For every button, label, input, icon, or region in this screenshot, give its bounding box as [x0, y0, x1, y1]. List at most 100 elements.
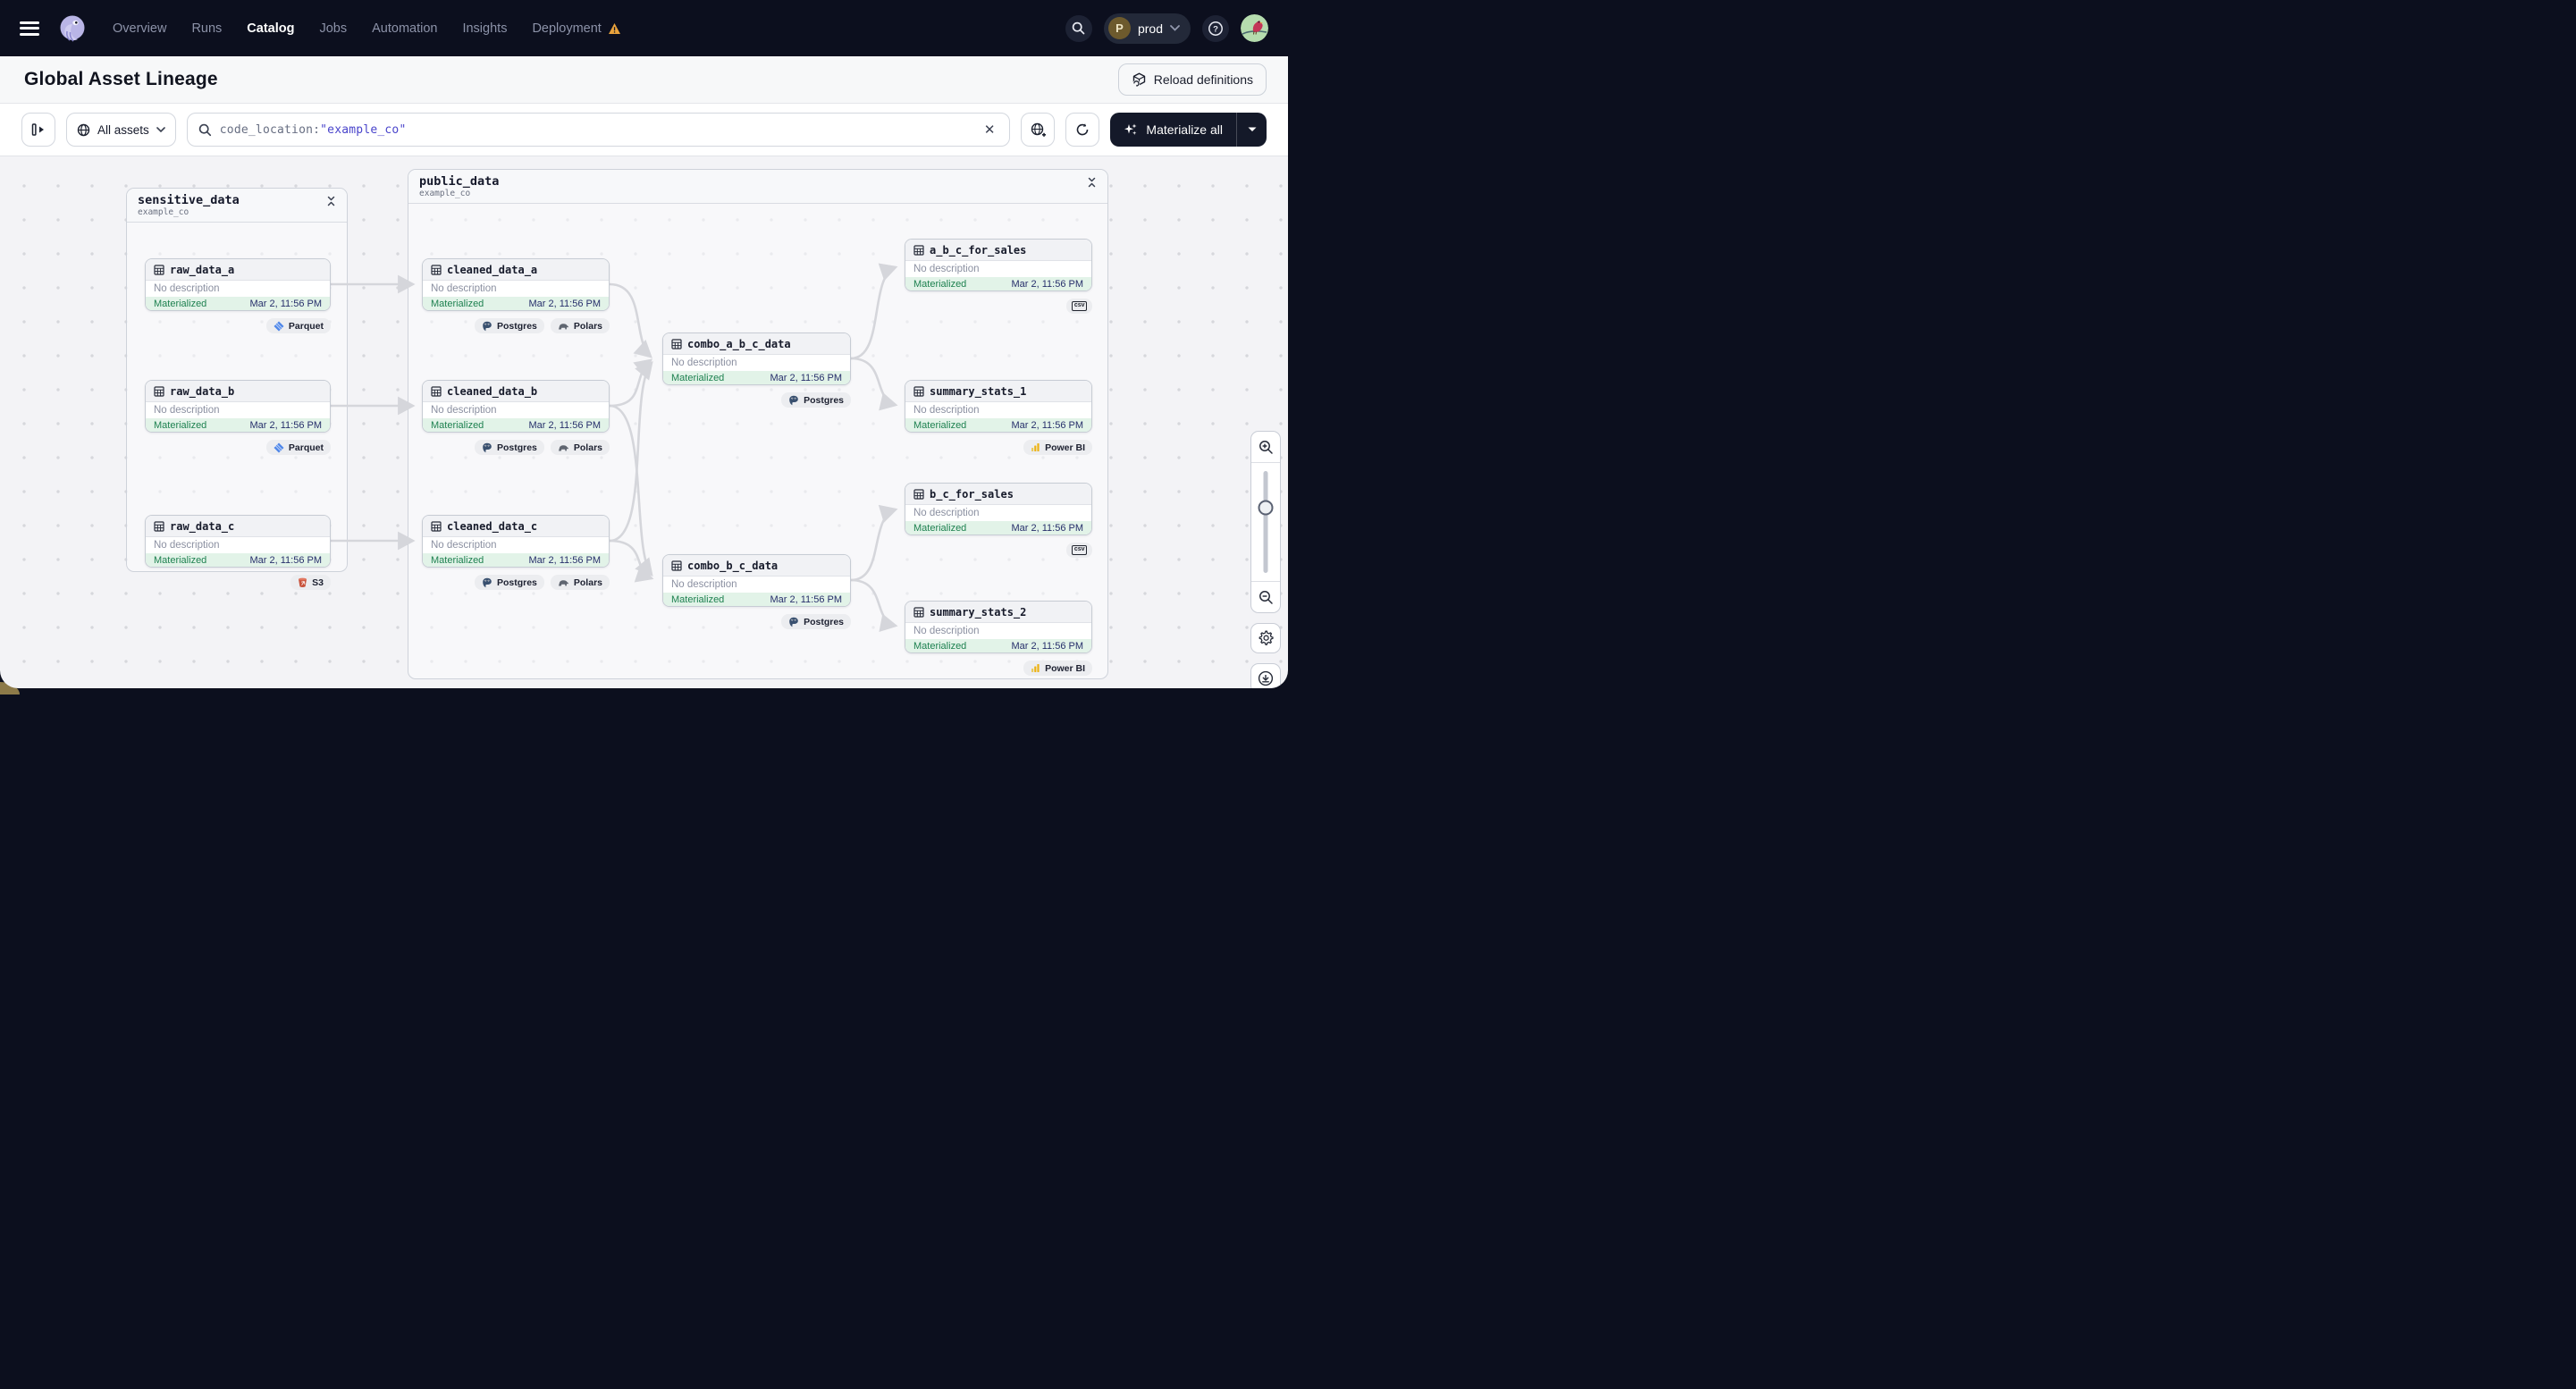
group-header[interactable]: public_data example_co: [408, 170, 1107, 204]
asset-search-input[interactable]: code_location:"example_co" ✕: [186, 113, 1011, 147]
asset-status-row: Materialized Mar 2, 11:56 PM: [146, 418, 330, 432]
tag-postgres[interactable]: Postgres: [781, 392, 851, 408]
canvas-controls: [1250, 431, 1281, 688]
asset-name: combo_a_b_c_data: [687, 337, 791, 350]
csv-icon: csv: [1072, 301, 1087, 311]
tag-polars[interactable]: Polars: [550, 318, 610, 333]
asset-node-raw-data-a[interactable]: raw_data_a No description Materialized Ma…: [145, 258, 331, 311]
asset-node-summary-stats-1[interactable]: summary_stats_1 No description Materiali…: [905, 380, 1092, 433]
refresh-graph-button[interactable]: [1065, 113, 1100, 147]
search-icon: [198, 123, 211, 136]
nav-item-catalog[interactable]: Catalog: [247, 21, 294, 36]
tag-parquet[interactable]: Parquet: [265, 440, 331, 455]
help-button[interactable]: ?: [1202, 14, 1229, 42]
question-mark-icon: ?: [1208, 21, 1223, 36]
materialization-timestamp: Mar 2, 11:56 PM: [249, 298, 323, 309]
tag-csv[interactable]: csv: [1066, 299, 1092, 314]
status-badge: Materialized: [913, 419, 967, 431]
group-location: example_co: [138, 207, 189, 217]
download-image-button[interactable]: [1250, 663, 1281, 688]
materialize-all-label: Materialize all: [1146, 122, 1223, 137]
tag-postgres[interactable]: Postgres: [474, 318, 544, 333]
nav-item-insights[interactable]: Insights: [462, 21, 507, 36]
asset-tags: Parquet: [145, 440, 331, 455]
collapse-group-icon[interactable]: [1085, 175, 1099, 189]
graph-settings-button[interactable]: [1250, 623, 1281, 653]
asset-tags: csv: [905, 299, 1092, 314]
nav-item-jobs[interactable]: Jobs: [319, 21, 347, 36]
deployment-initial-badge: P: [1107, 17, 1131, 39]
tag-postgres[interactable]: Postgres: [781, 614, 851, 629]
nav-item-deployment[interactable]: Deployment: [532, 21, 620, 36]
table-icon: [431, 385, 442, 397]
asset-description: No description: [431, 405, 497, 416]
zoom-slider[interactable]: [1251, 462, 1280, 582]
asset-node-raw-data-c[interactable]: raw_data_c No description Materialized Ma…: [145, 515, 331, 568]
asset-node-b-c-for-sales[interactable]: b_c_for_sales No description Materialize…: [905, 483, 1092, 535]
avatar-bird-image: [1241, 14, 1268, 42]
dagster-logo-icon[interactable]: [57, 13, 88, 44]
menu-icon[interactable]: [20, 21, 39, 36]
csv-icon: csv: [1072, 545, 1087, 555]
asset-node-summary-stats-2[interactable]: summary_stats_2 No description Materiali…: [905, 601, 1092, 653]
nav-item-overview[interactable]: Overview: [113, 21, 166, 36]
reload-definitions-button[interactable]: Reload definitions: [1117, 63, 1267, 96]
zoom-out-button[interactable]: [1251, 582, 1280, 612]
open-side-panel-button[interactable]: [21, 113, 55, 147]
zoom-slider-knob[interactable]: [1258, 500, 1274, 516]
tag-postgres[interactable]: Postgres: [474, 575, 544, 590]
polars-icon: [558, 579, 568, 585]
asset-tags: csv: [905, 543, 1092, 558]
tag-polars[interactable]: Polars: [550, 575, 610, 590]
parquet-icon: [274, 321, 284, 331]
asset-node-raw-data-b[interactable]: raw_data_b No description Materialized Ma…: [145, 380, 331, 433]
deployment-switcher[interactable]: P prod: [1103, 13, 1191, 44]
materialize-all-button[interactable]: Materialize all: [1110, 113, 1236, 147]
asset-description: No description: [913, 264, 980, 274]
tag-parquet[interactable]: Parquet: [265, 318, 331, 333]
asset-tags: Power BI: [905, 661, 1092, 676]
gear-icon: [1259, 630, 1274, 645]
asset-node-combo-a-b-c-data[interactable]: combo_a_b_c_data No description Material…: [662, 333, 851, 385]
postgres-icon: [483, 321, 492, 331]
refresh-icon: [1077, 123, 1089, 136]
reload-definitions-label: Reload definitions: [1153, 72, 1253, 87]
tag-s3[interactable]: S3: [290, 575, 331, 590]
asset-node-cleaned-data-c[interactable]: cleaned_data_c No description Materializ…: [422, 515, 610, 568]
asset-node-a-b-c-for-sales[interactable]: a_b_c_for_sales No description Materiali…: [905, 239, 1092, 291]
zoom-slider-track[interactable]: [1263, 471, 1268, 573]
tag-polars[interactable]: Polars: [550, 440, 610, 455]
asset-scope-selector[interactable]: All assets: [66, 113, 176, 147]
tag-csv[interactable]: csv: [1066, 543, 1092, 558]
panel-toggle-icon: [31, 123, 44, 136]
filter-code-location-button[interactable]: [1021, 113, 1056, 147]
search-icon: [1073, 21, 1085, 35]
tag-power-bi[interactable]: Power BI: [1023, 661, 1092, 676]
materialize-options-button[interactable]: [1236, 113, 1267, 147]
table-icon: [913, 244, 924, 256]
lineage-canvas[interactable]: sensitive_data example_co public_data ex…: [0, 156, 1288, 688]
nav-item-automation[interactable]: Automation: [372, 21, 437, 36]
user-avatar[interactable]: [1241, 14, 1268, 42]
asset-tags: S3: [145, 575, 331, 590]
table-icon: [913, 385, 924, 397]
asset-description: No description: [154, 283, 220, 294]
zoom-in-button[interactable]: [1251, 432, 1280, 462]
table-icon: [154, 264, 164, 275]
global-search-button[interactable]: [1065, 14, 1092, 42]
page-title: Global Asset Lineage: [24, 69, 218, 89]
collapse-group-icon[interactable]: [324, 194, 338, 208]
clear-search-button[interactable]: ✕: [981, 118, 999, 141]
tag-power-bi[interactable]: Power BI: [1023, 440, 1092, 455]
asset-status-row: Materialized Mar 2, 11:56 PM: [146, 553, 330, 567]
asset-node-combo-b-c-data[interactable]: combo_b_c_data No description Materializ…: [662, 554, 851, 607]
asset-node-cleaned-data-a[interactable]: cleaned_data_a No description Materializ…: [422, 258, 610, 311]
asset-status-row: Materialized Mar 2, 11:56 PM: [905, 277, 1091, 290]
nav-item-runs[interactable]: Runs: [191, 21, 222, 36]
asset-name: raw_data_b: [170, 384, 235, 398]
power-bi-icon: [1031, 443, 1040, 451]
materialization-timestamp: Mar 2, 11:56 PM: [249, 554, 323, 566]
group-header[interactable]: sensitive_data example_co: [127, 189, 347, 223]
asset-node-cleaned-data-b[interactable]: cleaned_data_b No description Materializ…: [422, 380, 610, 433]
tag-postgres[interactable]: Postgres: [474, 440, 544, 455]
